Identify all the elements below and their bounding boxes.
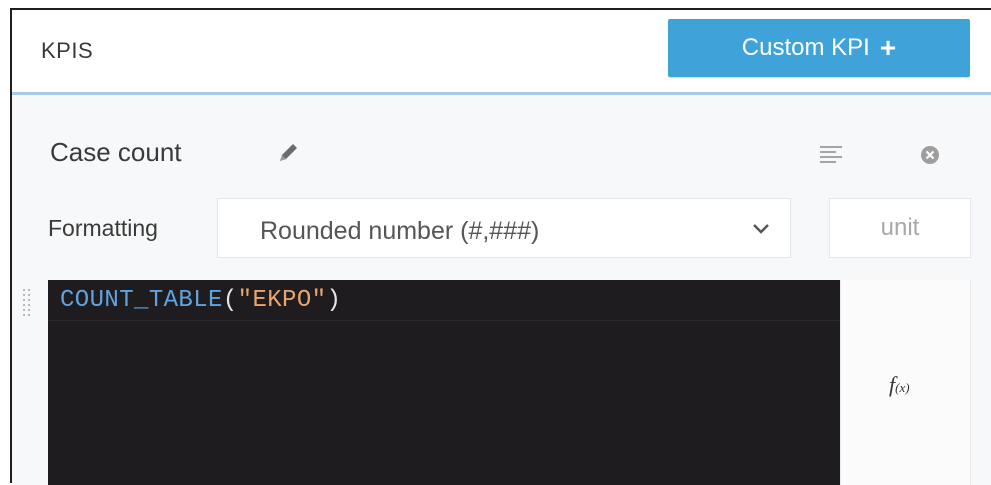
editor-side-panel: f(x) <box>840 280 971 485</box>
chevron-down-icon <box>753 224 769 234</box>
drag-handle-icon[interactable] <box>22 289 32 321</box>
kpis-title: KPIS <box>41 38 94 63</box>
formatting-selected-value: Rounded number (#,###) <box>260 217 540 245</box>
kpis-header: KPIS Custom KPI + <box>12 10 991 95</box>
kpi-name: Case count <box>50 137 182 167</box>
code-close-paren: ) <box>326 287 342 314</box>
custom-kpi-button[interactable]: Custom KPI + <box>668 19 970 77</box>
formatting-select[interactable]: Rounded number (#,###) <box>217 198 791 258</box>
code-open-paren: ( <box>222 287 238 314</box>
close-icon[interactable] <box>920 145 940 165</box>
formula-code: COUNT_TABLE("EKPO") <box>60 287 341 314</box>
unit-input[interactable] <box>829 198 971 258</box>
code-string-argument: "EKPO" <box>237 287 327 314</box>
code-function: COUNT_TABLE <box>60 287 223 314</box>
pencil-icon[interactable] <box>276 139 302 165</box>
menu-icon[interactable] <box>820 145 842 163</box>
function-icon[interactable]: f(x) <box>889 372 910 398</box>
editor-active-line: COUNT_TABLE("EKPO") <box>48 280 840 321</box>
formula-editor[interactable]: COUNT_TABLE("EKPO") <box>48 280 840 485</box>
plus-icon: + <box>879 32 897 63</box>
kpi-window: KPIS Custom KPI + Case count Formatting … <box>10 8 991 485</box>
kpi-editor-panel: Case count Formatting Rounded number (#,… <box>12 95 991 485</box>
formatting-label: Formatting <box>48 215 158 241</box>
custom-kpi-label: Custom KPI <box>741 34 870 61</box>
